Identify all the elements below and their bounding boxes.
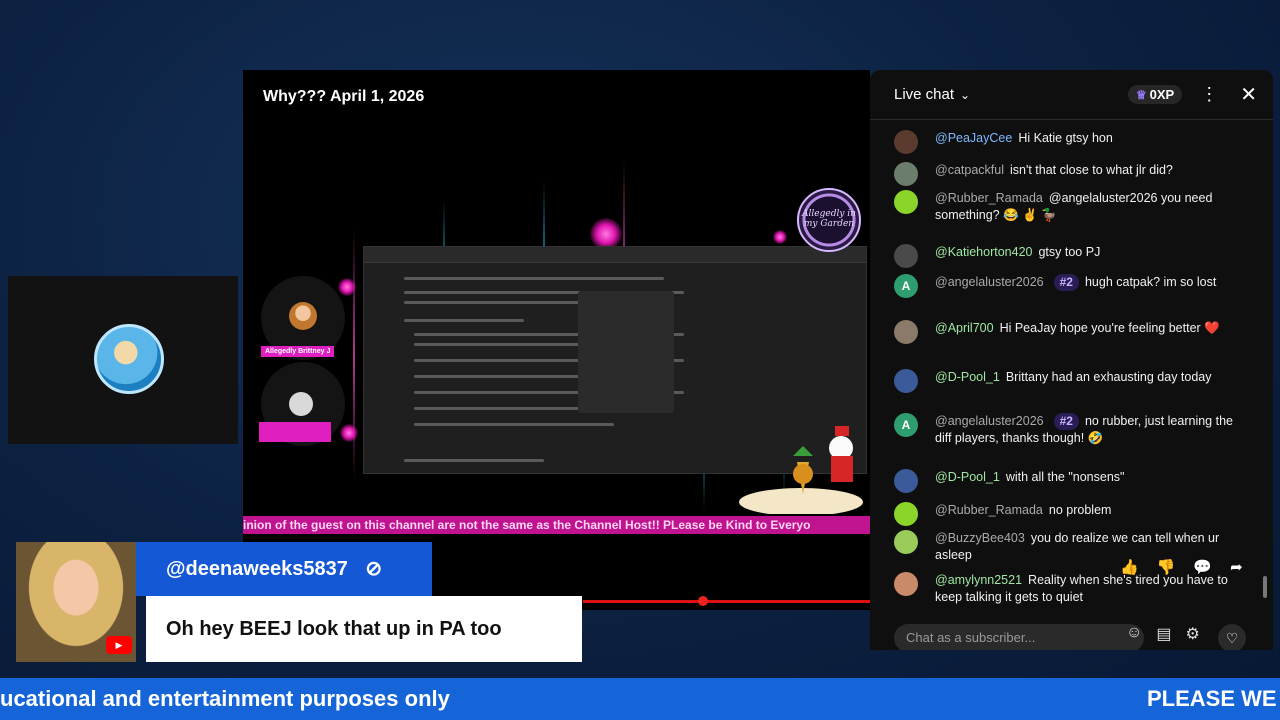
chat-message[interactable]: A @angelaluster2026 #2 hugh catpak? im so … [894,274,1234,298]
thumbs-up-icon[interactable]: 👍 [1120,558,1139,576]
side-panel [578,291,674,413]
video-player[interactable]: Why??? April 1, 2026 Allegedly Brittney … [243,70,870,610]
avatar [894,530,918,554]
bottom-ticker: ucational and entertainment purposes onl… [0,678,1280,720]
commenter-handle-banner: @deenaweeks5837 ⊘ [136,542,432,596]
rank-badge: #2 [1053,274,1079,291]
chat-message[interactable]: @Rubber_Ramada @angelaluster2026 you need… [894,190,1234,224]
avatar: A [894,413,918,437]
chat-author: @Rubber_Ramada [935,191,1043,205]
chat-text: Brittany had an exhausting day today [1005,370,1212,384]
chat-author: @April700 [935,321,994,335]
chat-message[interactable]: @D-Pool_1 Brittany had an exhausting day … [894,369,1234,393]
chat-message[interactable]: @PeaJayCee Hi Katie gtsy hon [894,130,1234,154]
avatar [894,572,918,596]
avatar [894,502,918,526]
captions-icon[interactable]: ▤ [1156,624,1171,644]
chat-title[interactable]: Live chat [894,86,954,103]
commenter-handle: @deenaweeks5837 [166,558,348,580]
video-ticker: inion of the guest on this channel are n… [243,516,870,534]
message-actions: 👍 👎 💬 ➦ [1120,558,1243,576]
avatar [894,244,918,268]
settings-icon[interactable]: ⚙ [1185,624,1199,644]
garden-logo: Allegedly in my Garden [797,188,861,252]
guest-placeholder-icon [289,392,313,416]
avatar [894,162,918,186]
avatar [894,130,918,154]
ticker-text: PLEASE WE [1147,686,1277,711]
chat-text: Hi Katie gtsy hon [1018,131,1113,145]
chat-author: @BuzzyBee403 [935,531,1025,545]
video-progress[interactable] [583,600,870,603]
chat-scrollbar[interactable] [1263,576,1267,598]
chat-text: no problem [1048,503,1112,517]
guest-name-tag: Allegedly Brittney J [261,346,335,357]
guest-avatar [289,302,317,330]
chat-author: @angelaluster2026 [935,414,1044,428]
chat-message[interactable]: @catpackful isn't that close to what jlr … [894,162,1234,186]
youtube-logo-icon: ▶ [106,636,132,654]
chat-message[interactable]: @Katiehorton420 gtsy too PJ [894,244,1234,268]
chat-text: isn't that close to what jlr did? [1009,163,1173,177]
chat-text: gtsy too PJ [1038,245,1101,259]
chevron-down-icon[interactable]: ⌄ [960,88,970,102]
avatar [894,369,918,393]
avatar [894,320,918,344]
progress-scrubber[interactable] [698,596,708,606]
host-cam-panel [8,276,238,444]
chat-text: Hi PeaJay hope you're feeling better ❤️ [999,321,1220,335]
bokeh-light [773,230,787,244]
avatar [894,469,918,493]
more-options-icon[interactable]: ⋮ [1200,84,1218,105]
light-streak [353,230,355,480]
rank-badge: #2 [1053,413,1079,430]
browser-toolbar [364,247,866,263]
commenter-message: Oh hey BEEJ look that up in PA too [146,596,582,662]
xp-badge[interactable]: ♕ 0XP [1127,85,1183,104]
chat-author: @amylynn2521 [935,573,1023,587]
beach-sticker [739,426,863,514]
ticker-text: ucational and entertainment purposes onl… [0,686,450,711]
crown-icon: ♕ [1135,87,1147,102]
chat-text: with all the "nonsens" [1005,470,1125,484]
host-avatar [94,324,164,394]
bokeh-light [340,424,358,442]
xp-value: 0XP [1149,87,1175,102]
live-chat-panel: Live chat ⌄ ♕ 0XP ⋮ ✕ @PeaJayCee Hi Katie… [870,70,1273,650]
share-icon[interactable]: ➦ [1230,558,1243,576]
close-icon[interactable]: ✕ [1240,82,1257,107]
chat-text: hugh catpak? im so lost [1084,275,1217,289]
thumbs-down-icon[interactable]: 👎 [1157,558,1176,576]
chat-message[interactable]: A @angelaluster2026 #2 no rubber, just lea… [894,413,1234,447]
chat-author: @angelaluster2026 [935,275,1044,289]
input-icons: ☺ ▤ ⚙ [1126,624,1200,644]
chat-author: @Rubber_Ramada [935,503,1043,517]
emoji-icon[interactable]: ☺ [1126,624,1142,644]
block-icon: ⊘ [365,558,383,580]
avatar [894,190,918,214]
chat-author: @catpackful [935,163,1004,177]
chat-message[interactable]: @Rubber_Ramada no problem [894,502,1234,526]
chat-author: @Katiehorton420 [935,245,1033,259]
heart-icon[interactable]: ♡ [1218,624,1246,650]
chat-header: Live chat ⌄ ♕ 0XP ⋮ ✕ [870,70,1273,120]
comment-icon[interactable]: 💬 [1193,558,1212,576]
chat-message[interactable]: @D-Pool_1 with all the "nonsens" [894,469,1234,493]
chat-message[interactable]: @April700 Hi PeaJay hope you're feeling b… [894,320,1234,344]
chat-message[interactable]: @amylynn2521 Reality when she's tired you… [894,572,1234,606]
video-title: Why??? April 1, 2026 [263,88,425,105]
chat-author: @PeaJayCee [935,131,1013,145]
guest-name-tag [259,422,331,442]
avatar: A [894,274,918,298]
chat-author: @D-Pool_1 [935,370,1000,384]
chat-author: @D-Pool_1 [935,470,1000,484]
chat-input[interactable]: Chat as a subscriber... [894,624,1144,650]
chat-input-row: Chat as a subscriber... ☺ ▤ ⚙ ♡ [870,618,1273,650]
bokeh-light [338,278,356,296]
